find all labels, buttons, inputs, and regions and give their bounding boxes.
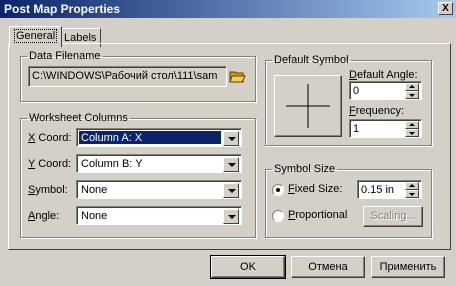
chevron-down-icon[interactable]	[223, 157, 239, 172]
title-bar: Post Map Properties X	[0, 0, 456, 18]
scaling-button[interactable]: Scaling...	[363, 206, 423, 227]
angle-value: None	[81, 210, 108, 222]
cancel-button-label: Отмена	[308, 261, 348, 273]
fixed-size-value: 0.15 in	[361, 184, 395, 196]
ok-button[interactable]: OK	[210, 255, 286, 279]
symbol-size-legend: Symbol Size	[274, 163, 336, 175]
chevron-down-icon[interactable]	[223, 183, 239, 198]
y-coord-label: Y Coord:	[28, 158, 72, 170]
worksheet-columns-legend: Worksheet Columns	[29, 112, 128, 124]
x-coord-label: X Coord:	[28, 132, 72, 144]
ok-button-label: OK	[240, 261, 256, 273]
default-angle-label: Default Angle:	[349, 69, 418, 81]
folder-open-icon	[229, 71, 246, 83]
x-coord-value: Column A: X	[79, 131, 221, 144]
angle-select[interactable]: None	[76, 206, 242, 225]
browse-button[interactable]	[228, 67, 246, 85]
data-filename-legend: Data Filename	[29, 50, 101, 62]
window-title: Post Map Properties	[4, 2, 121, 16]
chevron-down-icon[interactable]	[223, 209, 239, 224]
frequency-label: Frequency:	[349, 105, 405, 117]
spin-down-icon[interactable]	[405, 91, 419, 99]
close-icon: X	[442, 3, 449, 14]
default-angle-value: 0	[353, 85, 360, 97]
proportional-label: Proportional	[288, 209, 348, 221]
symbol-preview-button[interactable]	[274, 75, 342, 137]
y-coord-select[interactable]: Column B: Y	[76, 154, 242, 173]
tab-general-label: General	[14, 29, 58, 43]
angle-label: Angle:	[28, 210, 60, 222]
close-button[interactable]: X	[438, 2, 453, 15]
symbol-value: None	[81, 184, 108, 196]
symbol-label: Symbol:	[28, 184, 68, 196]
frequency-spinner[interactable]: 1	[349, 119, 422, 138]
data-filename-value: C:\WINDOWS\Рабочий стол\111\sam	[32, 70, 218, 82]
spin-up-icon[interactable]	[405, 83, 419, 91]
cancel-button[interactable]: Отмена	[291, 256, 365, 278]
plus-symbol-icon	[286, 84, 330, 128]
fixed-size-spinner[interactable]: 0.15 in	[357, 180, 422, 199]
spin-up-icon[interactable]	[405, 182, 419, 190]
default-angle-spinner[interactable]: 0	[349, 81, 422, 100]
frequency-value: 1	[353, 123, 360, 135]
chevron-down-icon[interactable]	[223, 131, 239, 146]
apply-button[interactable]: Применить	[371, 256, 445, 278]
spin-up-icon[interactable]	[405, 121, 419, 129]
scaling-button-label: Scaling...	[370, 210, 416, 222]
proportional-radio[interactable]	[272, 210, 284, 222]
fixed-size-label: Fixed Size:	[288, 183, 343, 195]
symbol-select[interactable]: None	[76, 180, 242, 199]
fixed-size-radio[interactable]	[272, 184, 284, 196]
default-symbol-legend: Default Symbol	[274, 54, 349, 66]
y-coord-value: Column B: Y	[81, 158, 143, 170]
apply-button-label: Применить	[379, 261, 437, 273]
tab-general[interactable]: General	[9, 26, 63, 47]
spin-down-icon[interactable]	[405, 129, 419, 137]
x-coord-select[interactable]: Column A: X	[76, 128, 242, 147]
data-filename-field[interactable]: C:\WINDOWS\Рабочий стол\111\sam	[28, 66, 227, 87]
spin-down-icon[interactable]	[405, 190, 419, 198]
